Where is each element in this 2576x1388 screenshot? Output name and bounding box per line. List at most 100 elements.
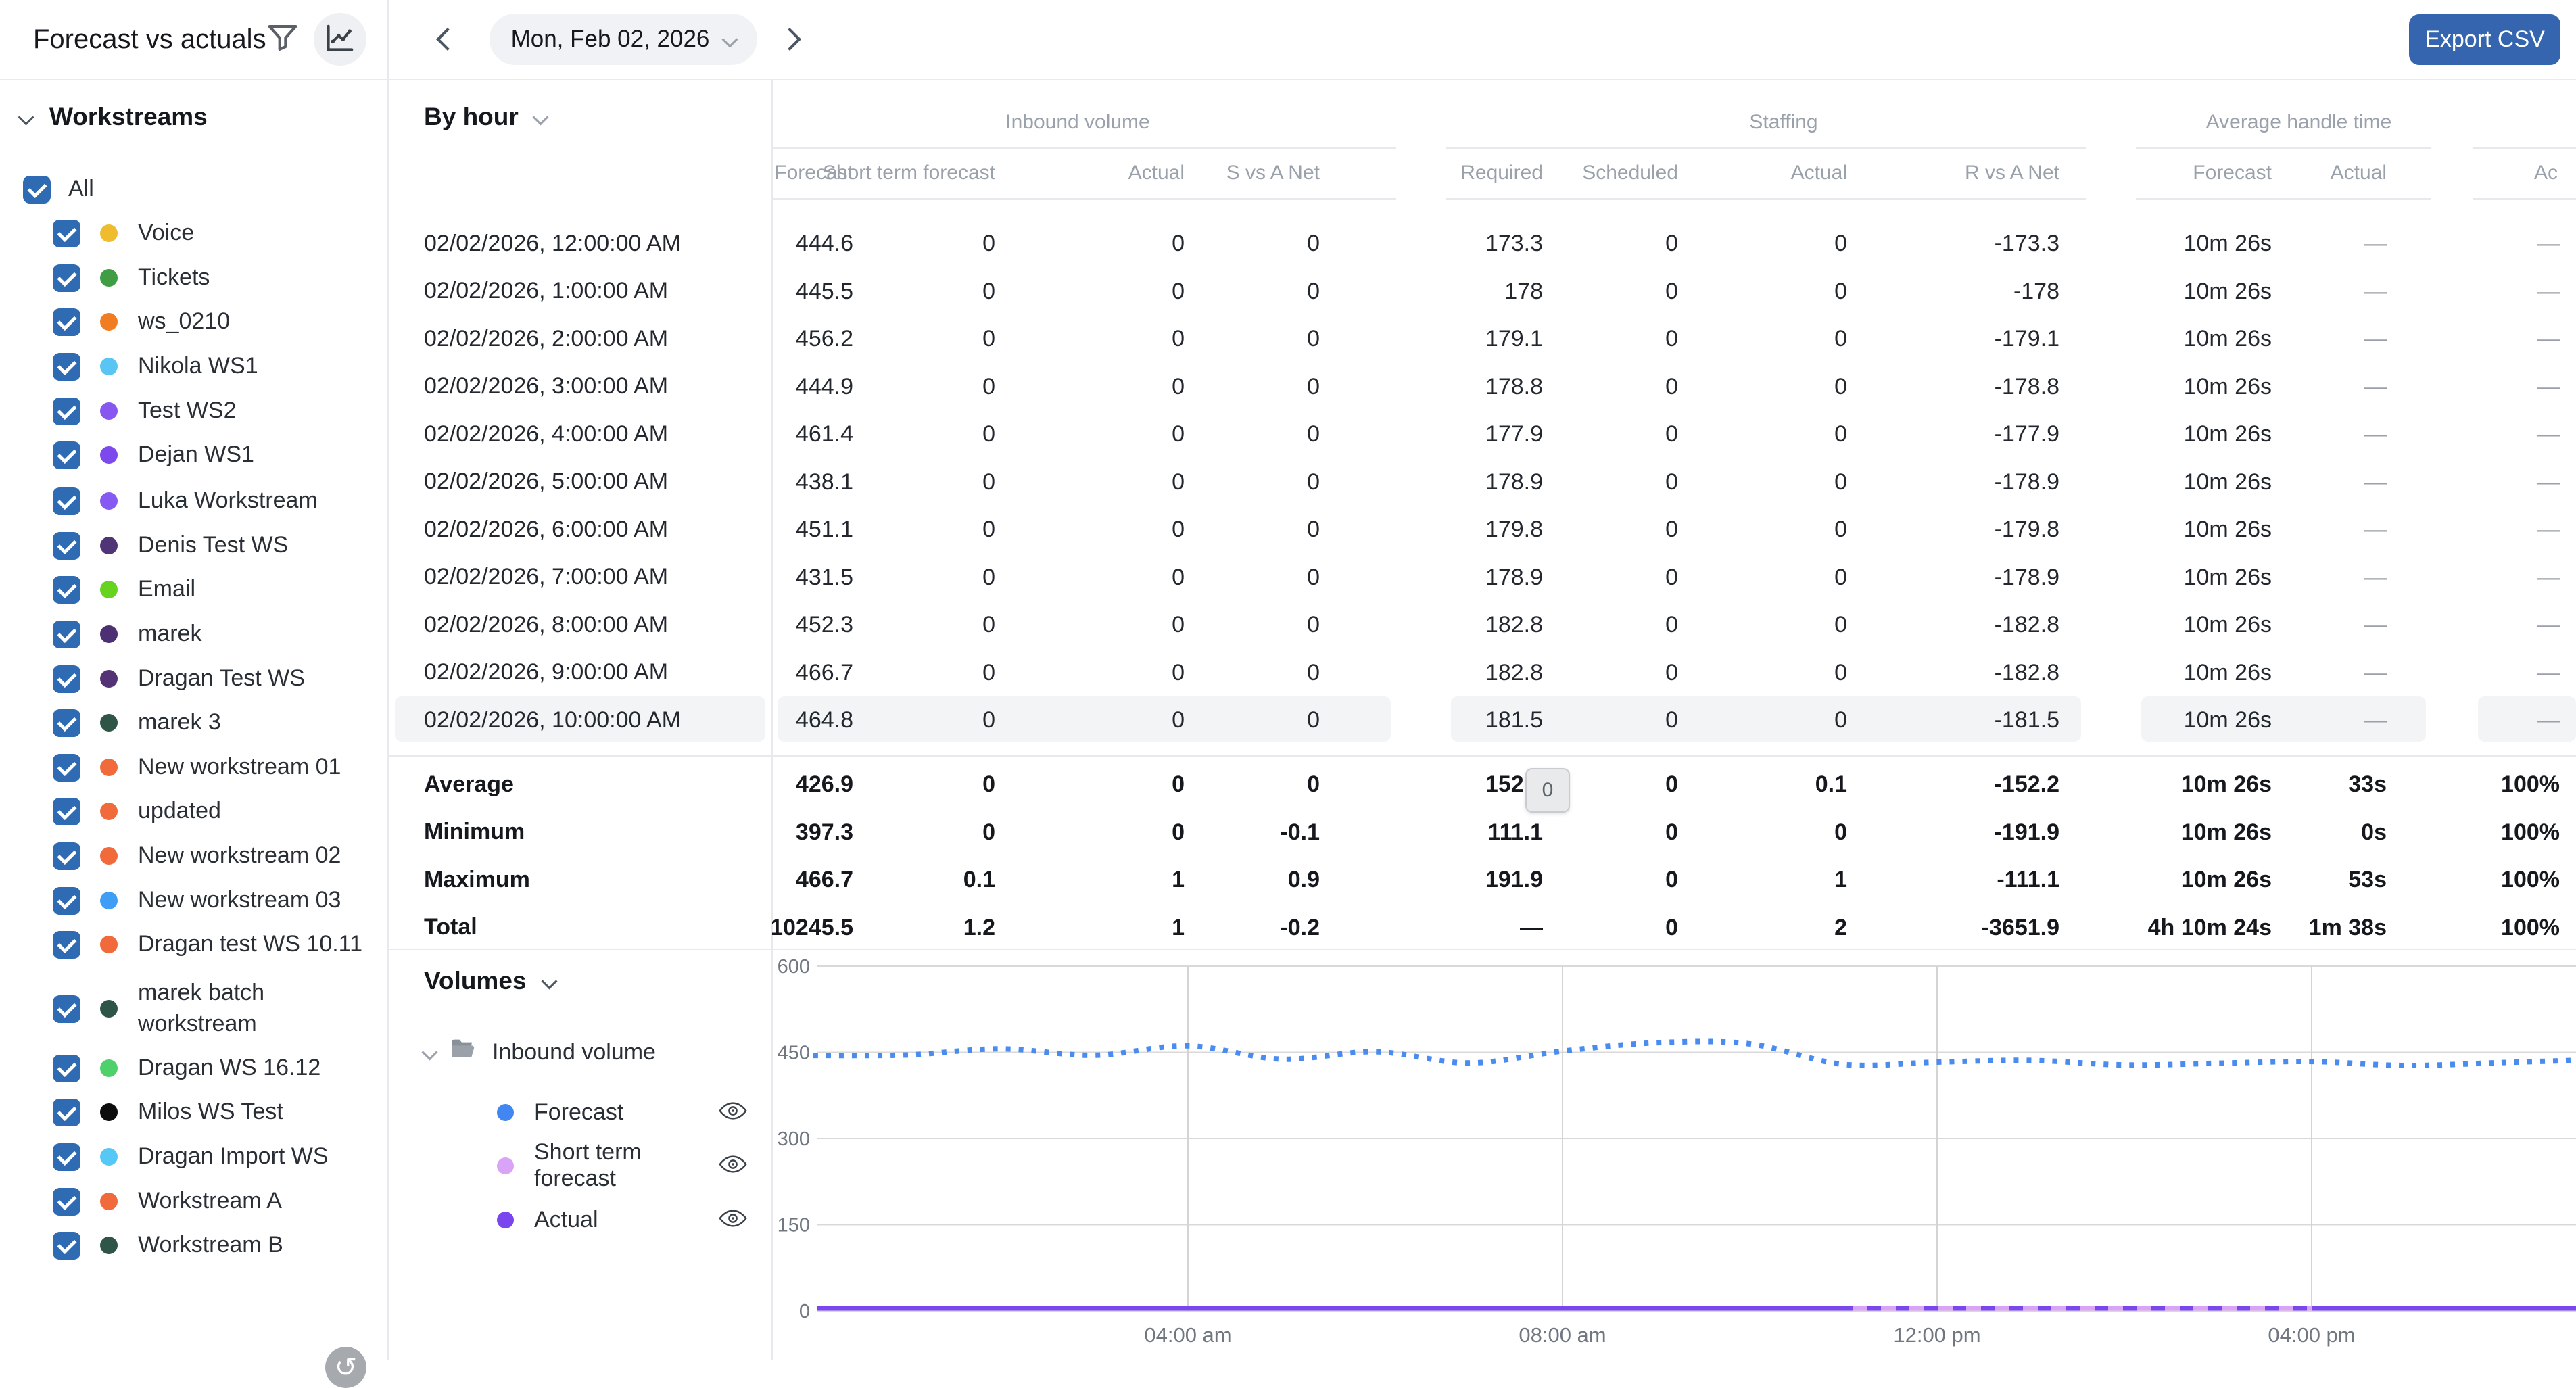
table-cell: -179.8 (1994, 517, 2059, 542)
legend-item-actual[interactable]: Actual (497, 1197, 747, 1242)
row-time-label: 02/02/2026, 12:00:00 AM (424, 230, 681, 256)
sidebar-item-dragan-test-ws[interactable]: Dragan Test WS (53, 656, 305, 701)
sidebar-item-milos-ws-test[interactable]: Milos WS Test (53, 1090, 283, 1134)
reset-button[interactable]: ↺ (325, 1347, 366, 1388)
table-cell: 0 (1172, 469, 1185, 495)
checkbox-checked[interactable] (53, 219, 80, 247)
checkbox-checked[interactable] (23, 175, 51, 204)
workstream-color-dot (100, 892, 118, 909)
checkbox-checked[interactable] (53, 352, 80, 381)
sidebar-item-dragan-ws-16-12[interactable]: Dragan WS 16.12 (53, 1046, 320, 1091)
sidebar-item-updated[interactable]: updated (53, 789, 221, 834)
chart-view-button[interactable] (314, 13, 366, 66)
table-cell: 1.2 (963, 914, 995, 940)
sidebar-item-luka-workstream[interactable]: Luka Workstream (53, 479, 318, 523)
checkbox-checked[interactable] (53, 487, 80, 515)
legend-item-forecast[interactable]: Forecast (497, 1090, 747, 1134)
table-cell: — (2364, 231, 2387, 256)
checkbox-checked[interactable] (53, 930, 80, 959)
checkbox-checked[interactable] (53, 308, 80, 336)
sidebar-item-new-workstream-01[interactable]: New workstream 01 (53, 745, 341, 790)
table-cell: -182.8 (1994, 659, 2059, 686)
sidebar-item-test-ws2[interactable]: Test WS2 (53, 389, 236, 433)
checkbox-checked[interactable] (53, 575, 80, 604)
table-cell: 0 (1665, 373, 1678, 400)
visibility-eye-icon[interactable] (719, 1101, 747, 1124)
checkbox-checked[interactable] (53, 753, 80, 782)
sidebar-item-nikola-ws1[interactable]: Nikola WS1 (53, 344, 258, 389)
sidebar-item-voice[interactable]: Voice (53, 211, 194, 256)
checkbox-checked[interactable] (53, 1098, 80, 1126)
volumes-section-header[interactable]: Volumes (424, 967, 558, 995)
date-picker[interactable]: Mon, Feb 02, 2026 (490, 14, 757, 65)
checkbox-checked[interactable] (53, 886, 80, 915)
workstream-color-dot (100, 759, 118, 776)
sidebar-item-workstream-b[interactable]: Workstream B (53, 1223, 283, 1268)
checkbox-checked[interactable] (53, 620, 80, 648)
visibility-eye-icon[interactable] (719, 1154, 747, 1178)
table-cell: 0 (1665, 231, 1678, 256)
checkbox-checked[interactable] (53, 842, 80, 870)
table-cell: 0 (1172, 517, 1185, 542)
checkbox-checked[interactable] (53, 1231, 80, 1260)
inbound-volume-tree-item[interactable]: Inbound volume (421, 1038, 656, 1066)
checkbox-checked[interactable] (53, 1054, 80, 1082)
workstream-color-dot (100, 1000, 118, 1018)
sidebar-item-denis-test-ws[interactable]: Denis Test WS (53, 523, 288, 568)
sidebar-item-workstream-a[interactable]: Workstream A (53, 1179, 282, 1224)
checkbox-checked[interactable] (53, 709, 80, 737)
table-cell: 178 (1504, 278, 1543, 304)
sidebar-item-marek-batch-workstream[interactable]: marek batch workstream (53, 980, 375, 1036)
table-data-area[interactable]: Inbound volume Staffing Average handle tim… (772, 79, 2576, 949)
checkbox-checked[interactable] (53, 264, 80, 292)
checkbox-checked[interactable] (53, 531, 80, 560)
row-time-label: 02/02/2026, 5:00:00 AM (424, 469, 669, 495)
table-cell: 10m 26s (2180, 771, 2272, 797)
sidebar-item-ws-0210[interactable]: ws_0210 (53, 300, 230, 344)
next-day-button[interactable] (775, 24, 805, 54)
header-underline (2136, 198, 2431, 200)
table-cell: 0 (982, 278, 995, 304)
sidebar-item-dragan-import-ws[interactable]: Dragan Import WS (53, 1134, 329, 1179)
series-color-dot (497, 1157, 514, 1174)
sidebar-item-new-workstream-03[interactable]: New workstream 03 (53, 878, 341, 923)
legend-item-short-term-forecast[interactable]: Short term forecast (497, 1139, 747, 1191)
checkbox-checked[interactable] (53, 397, 80, 425)
filter-button[interactable] (262, 19, 303, 59)
export-csv-button[interactable]: Export CSV (2409, 14, 2560, 65)
checkbox-checked[interactable] (53, 1143, 80, 1171)
table-cell: 182.8 (1485, 659, 1543, 686)
sidebar-item-marek[interactable]: marek (53, 612, 201, 656)
table-cell: -179.1 (1994, 326, 2059, 352)
previous-day-button[interactable] (433, 24, 462, 54)
sidebar-item-new-workstream-02[interactable]: New workstream 02 (53, 834, 341, 878)
workstream-label: Tickets (138, 264, 210, 291)
table-cell: — (2364, 278, 2387, 304)
table-cell: 0 (1172, 278, 1185, 304)
workstreams-header[interactable]: Workstreams (18, 103, 208, 131)
workstream-label: Nikola WS1 (138, 353, 258, 379)
checkbox-checked[interactable] (53, 665, 80, 693)
sidebar-item-tickets[interactable]: Tickets (53, 256, 210, 300)
table-cell: 10m 26s (2183, 326, 2272, 352)
table-cell: 0 (1307, 373, 1320, 400)
chevron-down-icon (541, 972, 558, 990)
workstream-label: Email (138, 576, 196, 602)
sidebar-item-dejan-ws1[interactable]: Dejan WS1 (53, 433, 254, 477)
sidebar-item-email[interactable]: Email (53, 567, 195, 612)
workstream-label: Milos WS Test (138, 1099, 283, 1125)
table-cell: 179.8 (1485, 517, 1543, 542)
sidebar-item-all[interactable]: All (23, 167, 94, 212)
checkbox-checked[interactable] (53, 441, 80, 469)
granularity-dropdown[interactable]: By hour (424, 103, 549, 131)
workstream-label: Dragan Test WS (138, 665, 305, 692)
workstream-color-dot (100, 581, 118, 598)
checkbox-checked[interactable] (53, 797, 80, 825)
sidebar-item-dragan-test-ws-10-11[interactable]: Dragan test WS 10.11 (53, 922, 362, 967)
checkbox-checked[interactable] (53, 995, 80, 1023)
visibility-eye-icon[interactable] (719, 1208, 747, 1232)
checkbox-checked[interactable] (53, 1187, 80, 1216)
table-cell: 0 (1665, 659, 1678, 686)
sidebar-item-marek-3[interactable]: marek 3 (53, 700, 221, 745)
y-axis-tick: 450 (778, 1043, 810, 1064)
